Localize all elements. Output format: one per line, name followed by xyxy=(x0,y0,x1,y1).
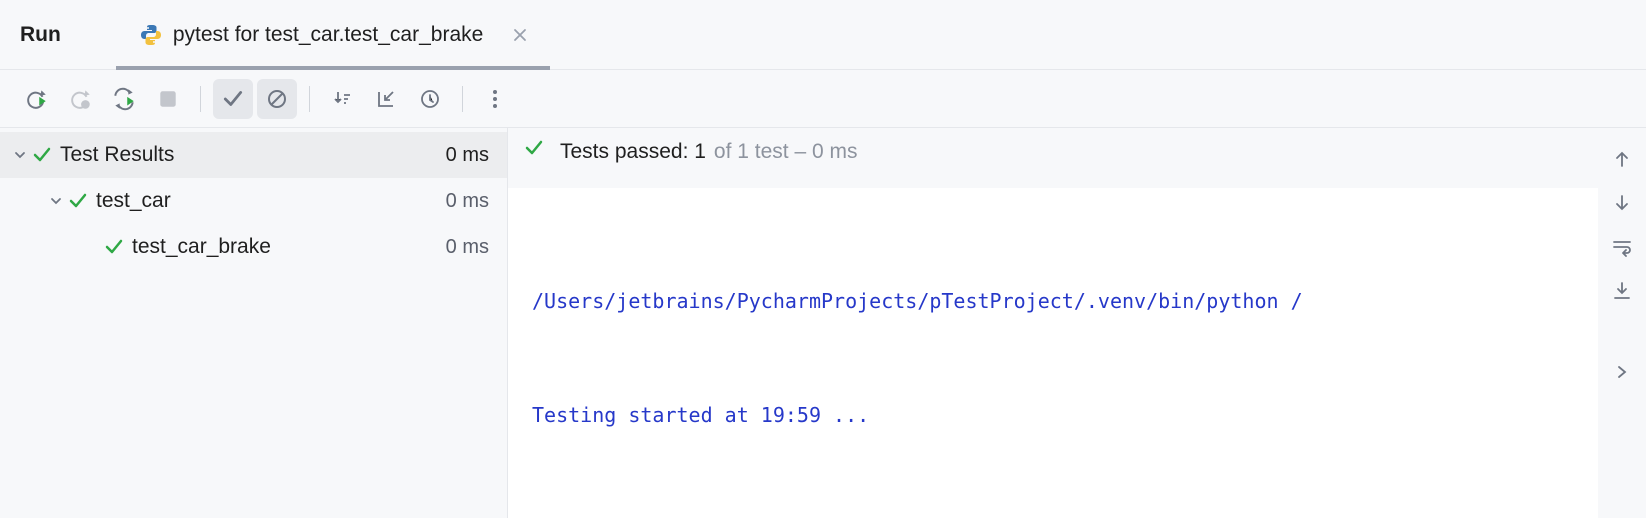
soft-wrap-icon[interactable] xyxy=(1611,236,1633,258)
scroll-up-icon[interactable] xyxy=(1611,148,1633,170)
scroll-down-icon[interactable] xyxy=(1611,192,1633,214)
check-icon xyxy=(104,237,124,257)
status-line: Tests passed: 1 of 1 test – 0 ms xyxy=(508,128,1598,174)
main-area: Test Results 0 ms test_car 0 ms test_car… xyxy=(0,128,1646,518)
chevron-right-icon[interactable] xyxy=(1614,364,1630,380)
tree-time: 0 ms xyxy=(446,236,507,259)
check-icon xyxy=(32,145,52,165)
more-button[interactable] xyxy=(475,79,515,119)
toolbar xyxy=(0,70,1646,128)
check-icon xyxy=(524,138,544,158)
panel-title: Run xyxy=(20,23,61,47)
history-button[interactable] xyxy=(410,79,450,119)
toggle-auto-test-button[interactable] xyxy=(104,79,144,119)
status-detail: of 1 test – 0 ms xyxy=(714,140,858,164)
console-line[interactable]: /Users/jetbrains/PycharmProjects/pTestPr… xyxy=(532,282,1590,320)
run-tab[interactable]: pytest for test_car.test_car_brake xyxy=(131,0,536,69)
check-icon xyxy=(68,191,88,211)
scroll-to-end-icon[interactable] xyxy=(1611,280,1633,302)
close-tab-icon[interactable] xyxy=(513,28,527,42)
chevron-down-icon[interactable] xyxy=(44,194,68,208)
tree-label: test_car_brake xyxy=(132,235,446,259)
show-ignored-button[interactable] xyxy=(257,79,297,119)
stop-button[interactable] xyxy=(148,79,188,119)
rerun-failed-button[interactable] xyxy=(60,79,100,119)
console-panel: Tests passed: 1 of 1 test – 0 ms /Users/… xyxy=(508,128,1598,518)
tree-label: test_car xyxy=(96,189,446,213)
tab-label: pytest for test_car.test_car_brake xyxy=(173,23,484,47)
status-passed: Tests passed: 1 xyxy=(560,140,706,164)
console-line: Launching pytest with arguments test_car… xyxy=(532,510,1590,518)
sort-button[interactable] xyxy=(322,79,362,119)
tree-label: Test Results xyxy=(60,143,446,167)
separator xyxy=(309,86,310,112)
chevron-down-icon[interactable] xyxy=(8,148,32,162)
run-header: Run pytest for test_car.test_car_brake xyxy=(0,0,1646,70)
console-line: Testing started at 19:59 ... xyxy=(532,396,1590,434)
test-tree-panel: Test Results 0 ms test_car 0 ms test_car… xyxy=(0,128,508,518)
python-icon xyxy=(139,23,163,47)
console-output[interactable]: /Users/jetbrains/PycharmProjects/pTestPr… xyxy=(508,188,1598,518)
separator xyxy=(462,86,463,112)
import-button[interactable] xyxy=(366,79,406,119)
tree-time: 0 ms xyxy=(446,144,507,167)
separator xyxy=(200,86,201,112)
tree-root[interactable]: Test Results 0 ms xyxy=(0,132,507,178)
console-gutter xyxy=(1598,128,1646,518)
show-passed-button[interactable] xyxy=(213,79,253,119)
tree-time: 0 ms xyxy=(446,190,507,213)
tree-item[interactable]: test_car 0 ms xyxy=(0,178,507,224)
rerun-button[interactable] xyxy=(16,79,56,119)
tree-item[interactable]: test_car_brake 0 ms xyxy=(0,224,507,270)
